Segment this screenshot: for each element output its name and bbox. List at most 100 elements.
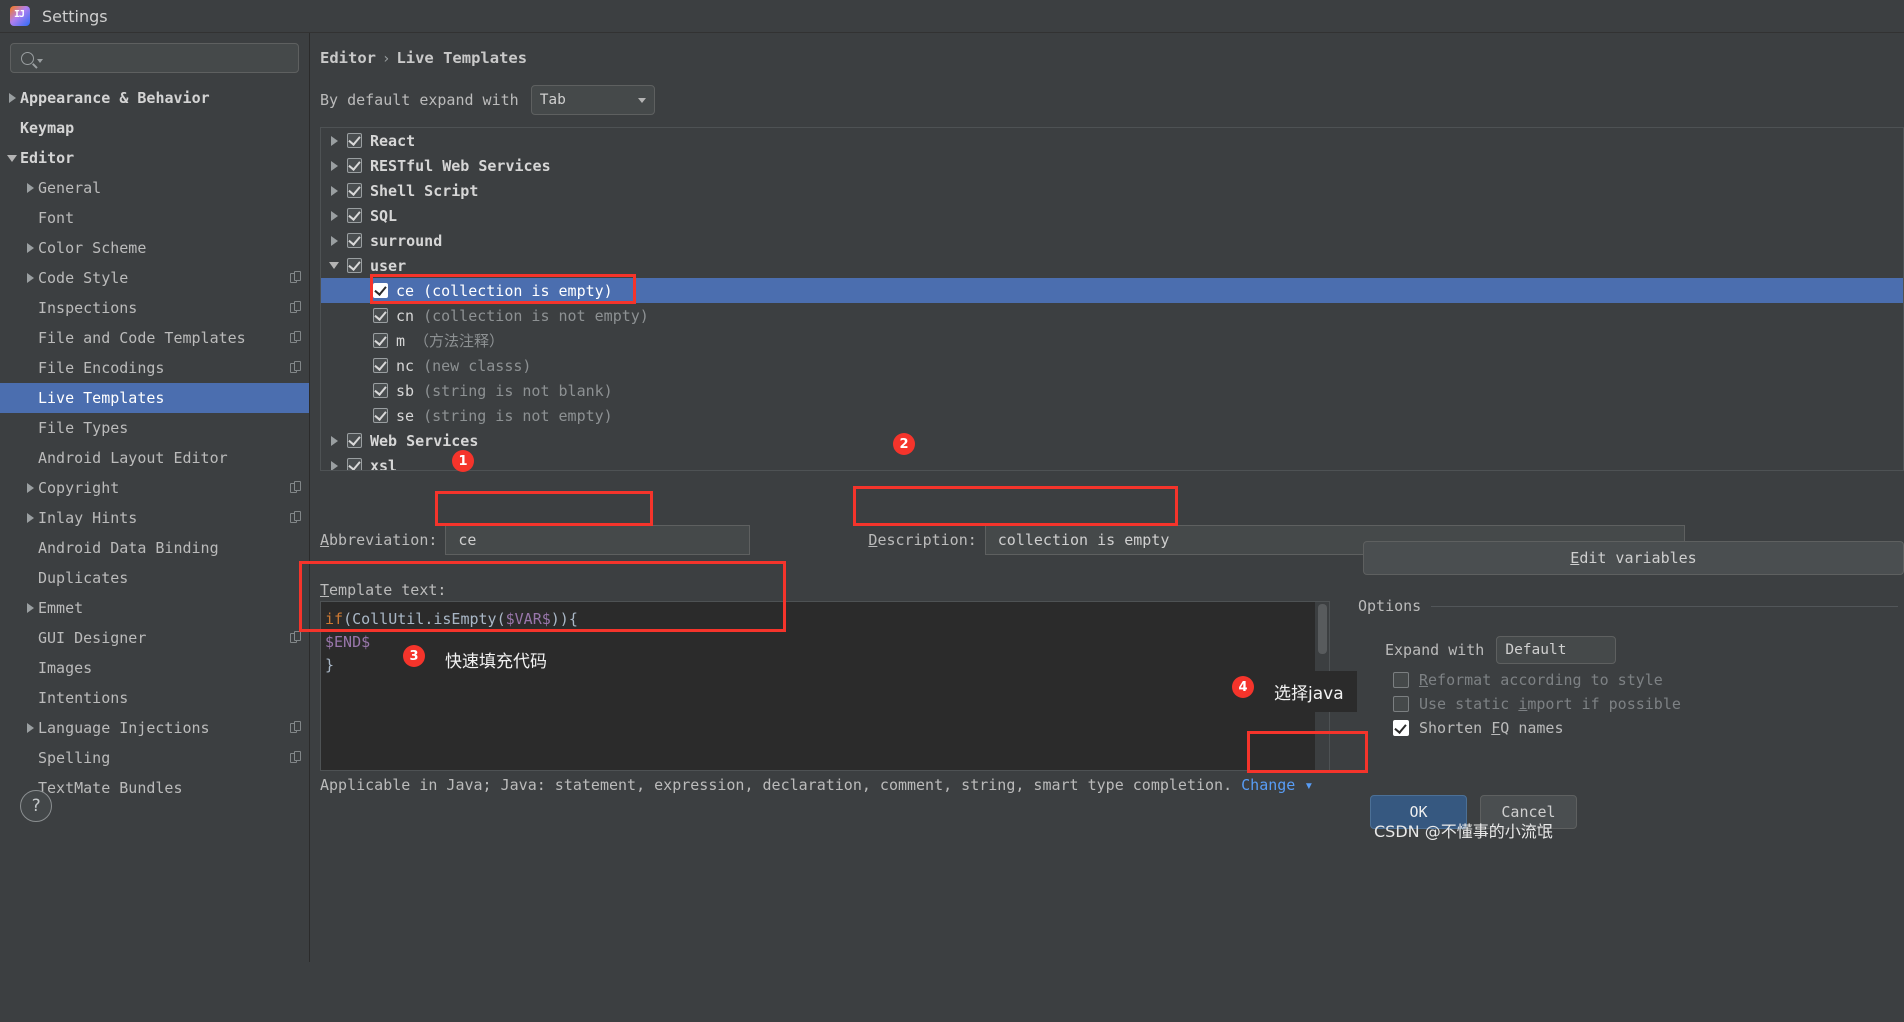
chevron-right-icon[interactable]: [22, 183, 38, 193]
chevron-right-icon[interactable]: [4, 93, 20, 103]
template-row[interactable]: se (string is not empty): [321, 403, 1903, 428]
template-row[interactable]: React: [321, 128, 1903, 153]
template-row[interactable]: user: [321, 253, 1903, 278]
sidebar-item-appearance-behavior[interactable]: Appearance & Behavior: [0, 83, 309, 113]
chevron-right-icon[interactable]: [22, 723, 38, 733]
search-input[interactable]: [10, 43, 299, 73]
option-static-import-checkbox[interactable]: Use static import if possible: [1393, 695, 1681, 713]
copy-settings-icon[interactable]: [290, 721, 303, 735]
sidebar-item-spelling[interactable]: Spelling: [0, 743, 309, 773]
sidebar-item-general[interactable]: General: [0, 173, 309, 203]
sidebar-item-code-style[interactable]: Code Style: [0, 263, 309, 293]
annotation-tooltip-2: 选择java: [1261, 671, 1357, 712]
template-enabled-checkbox[interactable]: [347, 133, 362, 148]
change-context-link[interactable]: Change ▾: [1241, 776, 1313, 794]
template-enabled-checkbox[interactable]: [373, 383, 388, 398]
sidebar-item-images[interactable]: Images: [0, 653, 309, 683]
sidebar-item-label: Color Scheme: [38, 239, 147, 257]
copy-settings-icon[interactable]: [290, 271, 303, 285]
template-enabled-checkbox[interactable]: [373, 283, 388, 298]
template-enabled-checkbox[interactable]: [373, 358, 388, 373]
template-row[interactable]: m （方法注释）: [321, 328, 1903, 353]
template-enabled-checkbox[interactable]: [347, 233, 362, 248]
annotation-badge-4: 4: [1232, 676, 1254, 698]
sidebar-item-language-injections[interactable]: Language Injections: [0, 713, 309, 743]
option-shorten-fq-checkbox[interactable]: Shorten FQ names: [1393, 719, 1564, 737]
template-row[interactable]: cn (collection is not empty): [321, 303, 1903, 328]
chevron-right-icon[interactable]: [321, 235, 347, 246]
copy-settings-icon[interactable]: [290, 301, 303, 315]
chevron-down-icon[interactable]: [321, 262, 347, 269]
sidebar-item-keymap[interactable]: Keymap: [0, 113, 309, 143]
sidebar-item-label: Duplicates: [38, 569, 129, 587]
template-enabled-checkbox[interactable]: [373, 308, 388, 323]
sidebar-item-inlay-hints[interactable]: Inlay Hints: [0, 503, 309, 533]
copy-settings-icon[interactable]: [290, 631, 303, 645]
sidebar-item-file-encodings[interactable]: File Encodings: [0, 353, 309, 383]
sidebar-item-live-templates[interactable]: Live Templates: [0, 383, 309, 413]
description-label: Description:: [868, 531, 977, 549]
sidebar-item-intentions[interactable]: Intentions: [0, 683, 309, 713]
template-row[interactable]: RESTful Web Services: [321, 153, 1903, 178]
chevron-right-icon[interactable]: [22, 483, 38, 493]
copy-settings-icon[interactable]: [290, 361, 303, 375]
copy-settings-icon[interactable]: [290, 751, 303, 765]
sidebar-item-font[interactable]: Font: [0, 203, 309, 233]
option-reformat-checkbox[interactable]: Reformat according to style: [1393, 671, 1663, 689]
template-row[interactable]: nc (new classs): [321, 353, 1903, 378]
chevron-right-icon[interactable]: [321, 160, 347, 171]
live-templates-page: Editor › Live Templates By default expand …: [310, 33, 1904, 1022]
chevron-right-icon[interactable]: [22, 273, 38, 283]
sidebar-item-duplicates[interactable]: Duplicates: [0, 563, 309, 593]
sidebar-item-file-and-code-templates[interactable]: File and Code Templates: [0, 323, 309, 353]
template-row[interactable]: Shell Script: [321, 178, 1903, 203]
template-enabled-checkbox[interactable]: [347, 458, 362, 470]
template-row[interactable]: ce (collection is empty): [321, 278, 1903, 303]
template-group-tree[interactable]: React RESTful Web Services Shell Script SQL…: [320, 127, 1904, 471]
chevron-right-icon[interactable]: [321, 435, 347, 446]
editor-scrollbar-thumb[interactable]: [1318, 604, 1327, 654]
sidebar-item-inspections[interactable]: Inspections: [0, 293, 309, 323]
chevron-right-icon[interactable]: [321, 210, 347, 221]
sidebar-item-editor[interactable]: Editor: [0, 143, 309, 173]
template-row[interactable]: sb (string is not blank): [321, 378, 1903, 403]
chevron-right-icon[interactable]: [321, 185, 347, 196]
template-row[interactable]: SQL: [321, 203, 1903, 228]
template-enabled-checkbox[interactable]: [347, 433, 362, 448]
template-description: (string is not empty): [423, 406, 613, 425]
code-token: }: [325, 656, 335, 674]
chevron-right-icon[interactable]: [321, 460, 347, 470]
template-row[interactable]: Web Services: [321, 428, 1903, 453]
option-expand-with-select[interactable]: Default: [1496, 636, 1617, 664]
template-enabled-checkbox[interactable]: [347, 258, 362, 273]
template-enabled-checkbox[interactable]: [347, 208, 362, 223]
sidebar-item-copyright[interactable]: Copyright: [0, 473, 309, 503]
sidebar-item-file-types[interactable]: File Types: [0, 413, 309, 443]
help-button[interactable]: ?: [20, 790, 52, 822]
sidebar-tree: Appearance & Behavior Keymap Editor General…: [0, 83, 309, 803]
copy-settings-icon[interactable]: [290, 481, 303, 495]
template-row[interactable]: xsl: [321, 453, 1903, 470]
template-row[interactable]: surround: [321, 228, 1903, 253]
default-expand-select[interactable]: Tab: [530, 85, 655, 115]
abbreviation-input[interactable]: ce: [445, 525, 751, 555]
chevron-right-icon[interactable]: [321, 135, 347, 146]
template-enabled-checkbox[interactable]: [347, 183, 362, 198]
sidebar-item-gui-designer[interactable]: GUI Designer: [0, 623, 309, 653]
edit-variables-button[interactable]: Edit variables: [1363, 541, 1904, 575]
copy-settings-icon[interactable]: [290, 511, 303, 525]
breadcrumb-parent[interactable]: Editor: [320, 49, 376, 67]
copy-settings-icon[interactable]: [290, 331, 303, 345]
template-enabled-checkbox[interactable]: [373, 333, 388, 348]
chevron-right-icon[interactable]: [22, 513, 38, 523]
sidebar-item-emmet[interactable]: Emmet: [0, 593, 309, 623]
sidebar-item-android-data-binding[interactable]: Android Data Binding: [0, 533, 309, 563]
sidebar-item-android-layout-editor[interactable]: Android Layout Editor: [0, 443, 309, 473]
template-enabled-checkbox[interactable]: [373, 408, 388, 423]
sidebar-item-color-scheme[interactable]: Color Scheme: [0, 233, 309, 263]
chevron-right-icon[interactable]: [22, 603, 38, 613]
chevron-down-icon[interactable]: [4, 154, 20, 162]
template-enabled-checkbox[interactable]: [347, 158, 362, 173]
chevron-right-icon[interactable]: [22, 243, 38, 253]
template-text-editor[interactable]: if(CollUtil.isEmpty($VAR$)){$END$}: [320, 601, 1330, 771]
